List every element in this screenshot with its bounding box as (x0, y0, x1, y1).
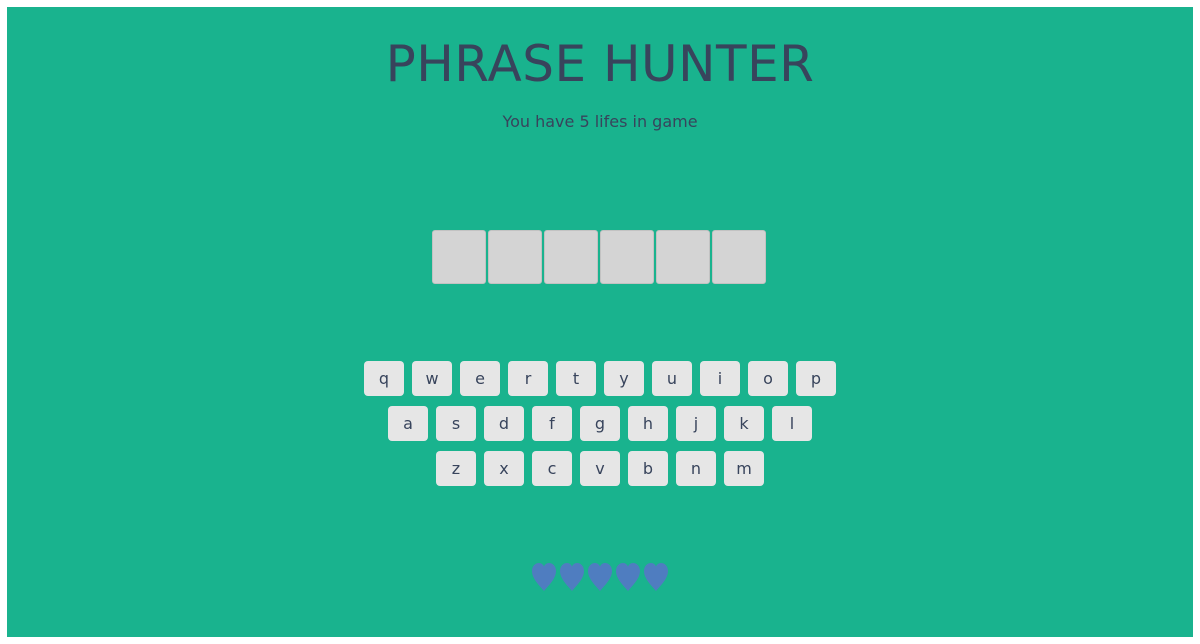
key-u[interactable]: u (652, 361, 692, 396)
key-x[interactable]: x (484, 451, 524, 486)
phrase-letter-tile (712, 230, 766, 284)
key-c[interactable]: c (532, 451, 572, 486)
heart-icon (558, 562, 586, 592)
key-v[interactable]: v (580, 451, 620, 486)
key-k[interactable]: k (724, 406, 764, 441)
key-i[interactable]: i (700, 361, 740, 396)
heart-icon (530, 562, 558, 592)
heart-icon (642, 562, 670, 592)
key-e[interactable]: e (460, 361, 500, 396)
key-f[interactable]: f (532, 406, 572, 441)
lives-scoreboard (7, 562, 1193, 592)
key-m[interactable]: m (724, 451, 764, 486)
lives-subtitle: You have 5 lifes in game (502, 112, 698, 131)
keyboard-row: asdfghjkl (7, 406, 1193, 441)
key-t[interactable]: t (556, 361, 596, 396)
phrase-letter-tile (600, 230, 654, 284)
heart-icon (586, 562, 614, 592)
key-l[interactable]: l (772, 406, 812, 441)
heart-icon (614, 562, 642, 592)
key-s[interactable]: s (436, 406, 476, 441)
phrase-letter-tile (488, 230, 542, 284)
key-a[interactable]: a (388, 406, 428, 441)
key-n[interactable]: n (676, 451, 716, 486)
game-screen: PHRASE HUNTER You have 5 lifes in game q… (7, 7, 1193, 637)
phrase-letter-tile (656, 230, 710, 284)
key-d[interactable]: d (484, 406, 524, 441)
key-w[interactable]: w (412, 361, 452, 396)
phrase-letter-tile (432, 230, 486, 284)
key-q[interactable]: q (364, 361, 404, 396)
key-p[interactable]: p (796, 361, 836, 396)
phrase-letter-tile (544, 230, 598, 284)
phrase-board (432, 230, 766, 284)
keyboard-row: zxcvbnm (7, 451, 1193, 486)
key-r[interactable]: r (508, 361, 548, 396)
key-y[interactable]: y (604, 361, 644, 396)
key-b[interactable]: b (628, 451, 668, 486)
game-title: PHRASE HUNTER (385, 35, 815, 93)
key-o[interactable]: o (748, 361, 788, 396)
key-h[interactable]: h (628, 406, 668, 441)
key-j[interactable]: j (676, 406, 716, 441)
keyboard-row: qwertyuiop (7, 361, 1193, 396)
key-z[interactable]: z (436, 451, 476, 486)
key-g[interactable]: g (580, 406, 620, 441)
on-screen-keyboard: qwertyuiop asdfghjkl zxcvbnm (7, 361, 1193, 496)
